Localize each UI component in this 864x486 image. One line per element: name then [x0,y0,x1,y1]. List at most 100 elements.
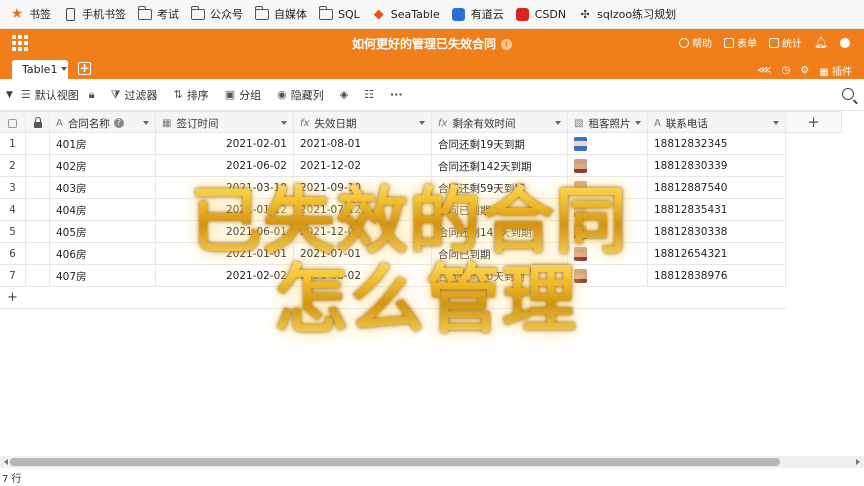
row-height-button[interactable]: ☷ [364,88,374,101]
cell-signed[interactable]: 2021-03-10 [156,177,294,199]
table-row[interactable]: 7 407房 2021-02-02 2021-08-02 合同还剩20天到期 1… [0,265,786,287]
chevron-down-icon[interactable] [281,121,287,128]
tenant-photo[interactable] [574,181,587,195]
cell-photo[interactable] [568,155,648,177]
table-row[interactable]: 5 405房 2021-06-01 2021-12-01 合同还剩141天到期 … [0,221,786,243]
tenant-photo[interactable] [574,269,587,283]
bookmark-sql[interactable]: SQL [315,0,368,29]
cell-phone[interactable]: 18812832345 [648,133,786,155]
table-row[interactable]: 2 402房 2021-06-02 2021-12-02 合同还剩142天到期 … [0,155,786,177]
bookmark-exam[interactable]: 考试 [134,0,187,29]
filter-button[interactable]: ⧩ 过滤器 [111,87,158,103]
search-icon[interactable] [842,88,854,100]
table-row[interactable]: 1 401房 2021-02-01 2021-08-01 合同还剩19天到期 1… [0,133,786,155]
cell-remaining[interactable]: 合同还剩19天到期 [432,133,568,155]
scrollbar-thumb[interactable] [10,458,780,466]
cell-name[interactable]: 407房 [50,265,156,287]
cell-photo[interactable] [568,177,648,199]
cell-remaining[interactable]: 合同已到期 [432,199,568,221]
bookmark-youdao[interactable]: 有道云 [448,0,512,29]
add-row-button[interactable]: + [0,287,786,309]
table-row[interactable]: 6 406房 2021-01-01 2021-07-01 合同已到期 18812… [0,243,786,265]
bookmark-seatable[interactable]: ◆ SeaTable [368,0,448,29]
chevron-down-icon[interactable] [773,121,779,128]
cell-remaining[interactable]: 合同还剩59天到期 [432,177,568,199]
cell-expire[interactable]: 2021-08-02 [294,265,432,287]
table-row[interactable]: 4 404房 2021-01-12 2021-07-12 合同已到期 18812… [0,199,786,221]
cell-phone[interactable]: 18812887540 [648,177,786,199]
column-header-photo[interactable]: ▧ 租客照片 [568,112,648,134]
chevron-down-icon[interactable] [635,121,641,128]
cell-photo[interactable] [568,265,648,287]
tenant-photo[interactable] [574,137,587,151]
cell-name[interactable]: 404房 [50,199,156,221]
cell-name[interactable]: 406房 [50,243,156,265]
settings-icon[interactable]: ⚙ [800,65,809,76]
plugins-button[interactable]: ▦ 插件 [819,63,852,78]
cell-photo[interactable] [568,221,648,243]
cell-remaining[interactable]: 合同还剩142天到期 [432,155,568,177]
row-color-button[interactable]: ◈ [340,88,348,101]
bookmark-wechat[interactable]: 公众号 [187,0,251,29]
cell-name[interactable]: 401房 [50,133,156,155]
column-header-remaining[interactable]: fx 剩余有效时间 [432,112,568,134]
cell-signed[interactable]: 2021-02-01 [156,133,294,155]
tenant-photo[interactable] [574,247,587,261]
cell-remaining[interactable]: 合同还剩141天到期 [432,221,568,243]
scroll-left-icon[interactable] [1,459,8,465]
bookmark-csdn[interactable]: CSDN [512,0,574,29]
chevron-down-icon[interactable] [419,121,425,128]
column-header-phone[interactable]: A 联系电话 [648,112,786,134]
cell-expire[interactable]: 2021-12-02 [294,155,432,177]
cell-name[interactable]: 403房 [50,177,156,199]
cell-expire[interactable]: 2021-08-01 [294,133,432,155]
help-button[interactable]: 帮助 [679,35,712,50]
hide-columns-button[interactable]: ◉ 隐藏列 [277,87,324,103]
horizontal-scrollbar[interactable] [0,456,864,468]
cell-phone[interactable]: 18812835431 [648,199,786,221]
cell-expire[interactable]: 2021-12-01 [294,221,432,243]
cell-signed[interactable]: 2021-02-02 [156,265,294,287]
cell-name[interactable]: 405房 [50,221,156,243]
cell-signed[interactable]: 2021-01-12 [156,199,294,221]
column-header-name[interactable]: A 合同名称? [50,112,156,134]
tenant-photo[interactable] [574,225,587,239]
cell-phone[interactable]: 18812830338 [648,221,786,243]
cell-photo[interactable] [568,133,648,155]
table-row[interactable]: 3 403房 2021-03-10 2021-09-10 合同还剩59天到期 1… [0,177,786,199]
tab-table1[interactable]: Table1 [12,60,68,79]
form-button[interactable]: 表单 [724,35,757,50]
cell-remaining[interactable]: 合同已到期 [432,243,568,265]
cell-expire[interactable]: 2021-07-12 [294,199,432,221]
user-avatar[interactable] [840,37,850,48]
cell-photo[interactable] [568,243,648,265]
group-button[interactable]: ▣ 分组 [225,87,261,103]
column-header-signed[interactable]: ▦ 签订时间 [156,112,294,134]
chevron-down-icon[interactable] [143,121,149,128]
cell-signed[interactable]: 2021-01-01 [156,243,294,265]
help-icon[interactable]: ? [113,118,124,128]
cell-name[interactable]: 402房 [50,155,156,177]
view-switcher[interactable]: ☰ 默认视图 🔒︎ [21,87,95,103]
column-header-expire[interactable]: fx 失效日期 [294,112,432,134]
cell-expire[interactable]: 2021-09-10 [294,177,432,199]
history-icon[interactable]: ◷ [782,65,791,76]
add-column-button[interactable]: + [786,111,842,133]
tenant-photo[interactable] [574,159,587,173]
select-all-checkbox[interactable] [0,112,26,134]
cell-phone[interactable]: 18812838976 [648,265,786,287]
info-icon[interactable]: i [501,39,512,50]
bookmark-media[interactable]: 自媒体 [251,0,315,29]
sort-button[interactable]: ⇅ 排序 [173,87,208,103]
chevron-down-icon[interactable] [555,121,561,128]
cell-signed[interactable]: 2021-06-02 [156,155,294,177]
scroll-right-icon[interactable] [856,459,863,465]
tenant-photo[interactable] [574,203,587,217]
cell-photo[interactable] [568,199,648,221]
cell-signed[interactable]: 2021-06-01 [156,221,294,243]
bookmark-bookmarks[interactable]: ★ 书签 [6,0,59,29]
bookmark-sqlzoo[interactable]: ✣ sqlzoo练习规划 [574,0,684,29]
cell-expire[interactable]: 2021-07-01 [294,243,432,265]
views-toggle[interactable]: ▼ [6,90,13,100]
add-table-button[interactable]: + [78,62,91,75]
